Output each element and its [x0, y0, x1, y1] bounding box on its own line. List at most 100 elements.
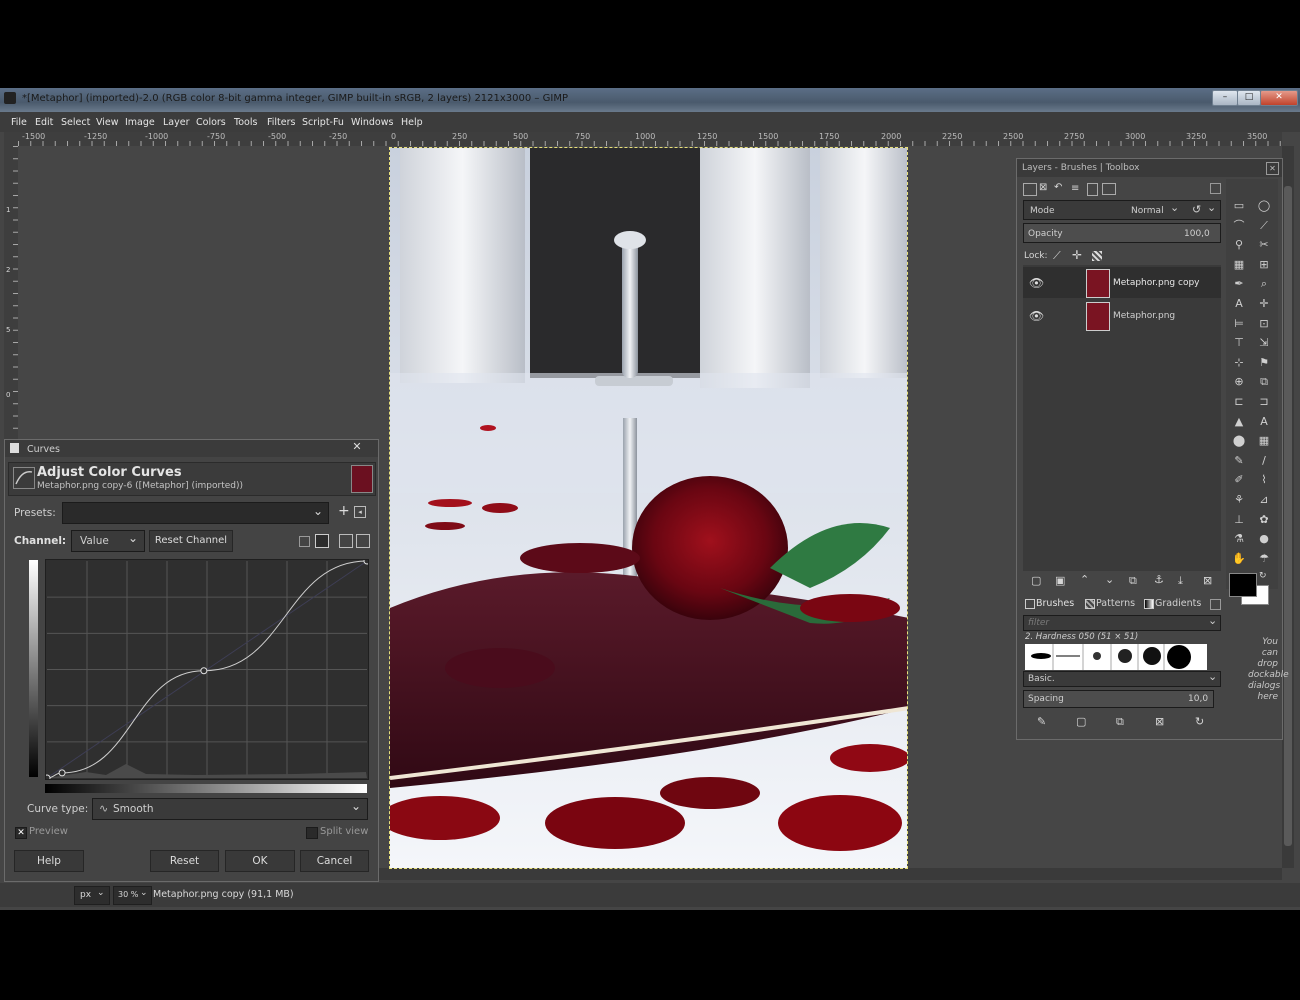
- lock-position-icon[interactable]: ✛: [1072, 248, 1082, 262]
- curves-titlebar[interactable]: Curves ✕: [5, 440, 378, 457]
- bucket-tool-icon[interactable]: ▲: [1232, 415, 1246, 429]
- minimize-button[interactable]: –: [1212, 90, 1238, 106]
- composite-mode-icon[interactable]: ↺: [1192, 203, 1201, 216]
- filter-brush-tool-icon[interactable]: ☂: [1257, 552, 1271, 566]
- merge-layer-icon[interactable]: ⤓: [1178, 574, 1183, 588]
- free-select-tool-icon[interactable]: ⌒: [1232, 219, 1246, 233]
- swap-colors-icon[interactable]: ↻: [1259, 571, 1267, 581]
- menu-script-fu[interactable]: Script-Fu: [302, 117, 344, 128]
- log-histogram-icon[interactable]: [315, 534, 329, 548]
- text-tool-icon[interactable]: A: [1232, 297, 1246, 311]
- channels-tab-icon[interactable]: ⊠: [1039, 182, 1047, 193]
- smudge-tool-icon[interactable]: ⊥: [1232, 513, 1246, 527]
- scissors-tool-icon[interactable]: ✂: [1257, 238, 1271, 252]
- menu-edit[interactable]: Edit: [35, 117, 53, 128]
- brush-filter-input[interactable]: filter ⌄: [1023, 614, 1221, 631]
- menu-view[interactable]: View: [96, 117, 119, 128]
- color-picker-tool-icon[interactable]: ⚲: [1232, 238, 1246, 252]
- dodge-tool-icon[interactable]: ✿: [1257, 513, 1271, 527]
- paths-tab-icon[interactable]: ↶: [1054, 182, 1062, 193]
- perspective-tool-icon[interactable]: ⧉: [1257, 375, 1271, 389]
- duplicate-brush-icon[interactable]: ⧉: [1116, 715, 1124, 729]
- close-button[interactable]: ✕: [1260, 90, 1298, 106]
- paths-tool-icon[interactable]: ⊞: [1257, 258, 1271, 272]
- move-tool-icon[interactable]: ✛: [1257, 297, 1271, 311]
- menu-windows[interactable]: Windows: [351, 117, 393, 128]
- close-icon[interactable]: ✕: [340, 440, 374, 455]
- unified-transform-tool-icon[interactable]: ⇲: [1257, 336, 1271, 350]
- lock-alpha-icon[interactable]: [1092, 251, 1102, 261]
- foreground-color-swatch-top[interactable]: [1229, 573, 1257, 597]
- fuzzy-select-tool-icon[interactable]: ⟋: [1257, 219, 1271, 233]
- menu-tools[interactable]: Tools: [234, 117, 257, 128]
- new-layer-icon[interactable]: ▣: [1055, 574, 1065, 587]
- blur-tool-icon[interactable]: ⚗: [1232, 532, 1246, 546]
- eye-icon[interactable]: 👁: [1029, 309, 1044, 323]
- gradient-tool-icon[interactable]: ▦: [1257, 434, 1271, 448]
- seamless-tool-icon[interactable]: ⊐: [1257, 395, 1271, 409]
- close-icon[interactable]: ✕: [1266, 162, 1279, 175]
- curve-control-point[interactable]: [43, 774, 51, 782]
- blend-tool-icon[interactable]: ⬤: [1232, 434, 1246, 448]
- delete-layer-icon[interactable]: ⊠: [1203, 574, 1212, 587]
- view-mode-alt-icon[interactable]: [356, 534, 370, 548]
- desaturate-tool-icon[interactable]: ●: [1257, 532, 1271, 546]
- document-tab-icon[interactable]: [1087, 183, 1098, 196]
- undo-tab-icon[interactable]: ≡: [1071, 183, 1079, 194]
- flip-tool-icon[interactable]: ⚑: [1257, 356, 1271, 370]
- menu-file[interactable]: File: [11, 117, 27, 128]
- raise-layer-icon[interactable]: ⌃: [1080, 573, 1089, 586]
- curve-graph[interactable]: [43, 557, 371, 782]
- lower-layer-icon[interactable]: ⌄: [1105, 573, 1114, 586]
- opacity-slider[interactable]: Opacity 100,0: [1023, 223, 1221, 243]
- split-view-checkbox[interactable]: [306, 827, 318, 839]
- maximize-button[interactable]: □: [1237, 90, 1261, 106]
- new-brush-icon[interactable]: ▢: [1076, 715, 1086, 728]
- zoom-tool-icon[interactable]: ⌕: [1257, 277, 1271, 291]
- curve-plot[interactable]: [43, 557, 371, 782]
- menu-filters[interactable]: Filters: [267, 117, 295, 128]
- mypaint-tool-icon[interactable]: ⌇: [1257, 473, 1271, 487]
- heal-tool-icon[interactable]: ⊿: [1257, 493, 1271, 507]
- new-layer-group-icon[interactable]: ▢: [1031, 574, 1041, 587]
- ink-tool-icon[interactable]: ✐: [1232, 473, 1246, 487]
- align-tool-icon[interactable]: ⊨: [1232, 317, 1246, 331]
- tab-menu-icon[interactable]: [1210, 183, 1221, 194]
- clone-tool-icon[interactable]: ⚘: [1232, 493, 1246, 507]
- eye-icon[interactable]: 👁: [1029, 276, 1044, 290]
- add-preset-icon[interactable]: +: [338, 503, 350, 519]
- duplicate-layer-icon[interactable]: ⧉: [1129, 574, 1137, 588]
- ok-button[interactable]: OK: [225, 850, 295, 872]
- vertical-scrollbar[interactable]: [1282, 146, 1294, 868]
- brush-set-select[interactable]: Basic. ⌄: [1023, 670, 1221, 687]
- dock-titlebar[interactable]: Layers - Brushes | Toolbox ✕: [1017, 159, 1282, 177]
- cage-tool-icon[interactable]: ⊕: [1232, 375, 1246, 389]
- curve-control-point[interactable]: [363, 557, 371, 565]
- layers-tab-icon[interactable]: [1023, 183, 1037, 196]
- refresh-brushes-icon[interactable]: ↻: [1195, 715, 1204, 728]
- paintbrush-tool-icon[interactable]: ✎: [1232, 454, 1246, 468]
- dodge-burn-tool-icon[interactable]: ✋: [1232, 552, 1246, 566]
- spacing-slider[interactable]: Spacing 10,0: [1023, 690, 1214, 708]
- view-mode-icon[interactable]: [339, 534, 353, 548]
- preset-menu-icon[interactable]: ◂: [354, 506, 366, 518]
- presets-select[interactable]: ⌄: [62, 502, 329, 524]
- airbrush-tool-icon[interactable]: /: [1257, 454, 1271, 468]
- preview-checkbox[interactable]: ✕: [15, 827, 27, 839]
- measure-tool-icon[interactable]: ⊤: [1232, 336, 1246, 350]
- menu-image[interactable]: Image: [125, 117, 155, 128]
- ellipse-select-tool-icon[interactable]: ◯: [1257, 199, 1271, 213]
- delete-brush-icon[interactable]: ⊠: [1155, 715, 1164, 728]
- anchor-icon[interactable]: ⚓: [1154, 573, 1164, 586]
- linear-histogram-icon[interactable]: [299, 536, 310, 547]
- unit-select[interactable]: px ⌄: [74, 886, 110, 905]
- layer-row[interactable]: 👁 Metaphor.png copy: [1023, 267, 1221, 298]
- curve-control-point[interactable]: [200, 667, 208, 675]
- tab-patterns[interactable]: Patterns: [1096, 598, 1135, 609]
- menu-layer[interactable]: Layer: [163, 117, 190, 128]
- help-button[interactable]: Help: [14, 850, 84, 872]
- handle-transform-tool-icon[interactable]: ⊹: [1232, 356, 1246, 370]
- foreground-select-tool-icon[interactable]: ▦: [1232, 258, 1246, 272]
- ruler-corner-icon[interactable]: [4, 132, 18, 146]
- tab-gradients[interactable]: Gradients: [1155, 598, 1201, 609]
